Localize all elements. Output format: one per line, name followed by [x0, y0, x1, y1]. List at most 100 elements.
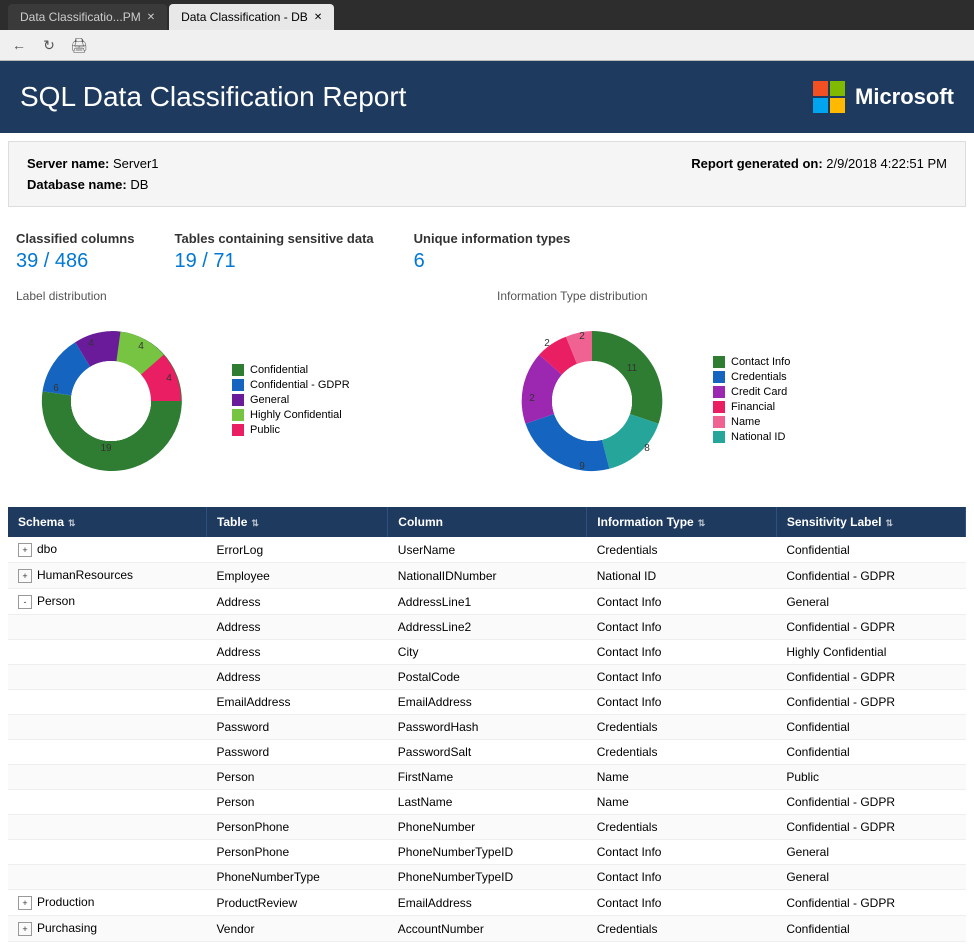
tables-label: Tables containing sensitive data — [174, 231, 373, 246]
column-cell: EmailAddress — [388, 690, 587, 715]
column-cell: PhoneNumberTypeID — [388, 840, 587, 865]
table-cell: Employee — [206, 563, 387, 589]
info-legend: Contact Info Credentials Credit Card Fin… — [713, 356, 790, 446]
table-row: PersonPhonePhoneNumberCredentialsConfide… — [8, 815, 966, 840]
confidential-dot — [232, 364, 244, 376]
table-row: +HumanResourcesEmployeeNationalIDNumberN… — [8, 563, 966, 589]
sensitivity-cell: General — [776, 589, 965, 615]
schema-text: dbo — [37, 542, 57, 556]
table-cell: EmailAddress — [206, 690, 387, 715]
svg-text:2: 2 — [544, 338, 550, 349]
legend-item-name: Name — [713, 416, 790, 428]
table-row: -PersonAddressAddressLine1Contact InfoGe… — [8, 589, 966, 615]
tab-1-title: Data Classificatio...PM — [20, 10, 141, 24]
label-chart-title: Label distribution — [16, 289, 477, 303]
svg-text:4: 4 — [166, 373, 172, 384]
table-row: PasswordPasswordSaltCredentialsConfident… — [8, 740, 966, 765]
column-cell: AddressLine1 — [388, 589, 587, 615]
schema-expand-icon[interactable]: + — [18, 896, 32, 910]
print-button[interactable]: 🖨 — [68, 34, 90, 56]
table-cell: PersonPhone — [206, 815, 387, 840]
confidential-gdpr-dot — [232, 379, 244, 391]
table-cell: Person — [206, 765, 387, 790]
sensitivity-sort-icon[interactable]: ⇅ — [886, 518, 894, 528]
table-cell: PersonPhone — [206, 840, 387, 865]
svg-text:6: 6 — [53, 383, 59, 394]
table-row: AddressCityContact InfoHighly Confidenti… — [8, 640, 966, 665]
sensitivity-cell: Confidential - GDPR — [776, 563, 965, 589]
info-type-cell: Contact Info — [587, 640, 777, 665]
tables-stat: Tables containing sensitive data 19 / 71 — [174, 231, 373, 273]
ms-text: Microsoft — [855, 84, 954, 110]
col-column: Column — [388, 507, 587, 537]
info-type-cell: Credentials — [587, 916, 777, 942]
svg-text:19: 19 — [100, 443, 112, 454]
info-type-cell: Credentials — [587, 815, 777, 840]
legend-item-general: General — [232, 394, 350, 406]
column-cell: EmailAddress — [388, 890, 587, 916]
tab-2-close[interactable]: ✕ — [314, 12, 322, 23]
sensitivity-cell: Confidential — [776, 715, 965, 740]
db-value: DB — [130, 177, 148, 192]
confidential-label: Confidential — [250, 364, 308, 376]
table-cell: Address — [206, 615, 387, 640]
info-type-cell: National ID — [587, 563, 777, 589]
ms-green-cell — [830, 81, 845, 96]
name-label: Name — [731, 416, 760, 428]
schema-cell — [8, 665, 206, 690]
table-row: +ProductionProductReviewEmailAddressCont… — [8, 890, 966, 916]
table-cell: Address — [206, 665, 387, 690]
info-type-cell: Credentials — [587, 715, 777, 740]
info-type-cell: Credentials — [587, 740, 777, 765]
legend-item-credentials: Credentials — [713, 371, 790, 383]
table-row: PhoneNumberTypePhoneNumberTypeIDContact … — [8, 865, 966, 890]
info-type-cell: Credentials — [587, 537, 777, 563]
sensitivity-cell: Public — [776, 765, 965, 790]
tab-1-close[interactable]: ✕ — [147, 12, 155, 23]
svg-text:11: 11 — [627, 363, 638, 374]
schema-sort-icon[interactable]: ⇅ — [68, 518, 76, 528]
info-type-cell: Contact Info — [587, 665, 777, 690]
info-type-sort-icon[interactable]: ⇅ — [698, 518, 706, 528]
schema-expand-icon[interactable]: + — [18, 569, 32, 583]
schema-text: Production — [37, 895, 94, 909]
schema-expand-icon[interactable]: - — [18, 595, 32, 609]
classified-value: 39 / 486 — [16, 250, 134, 273]
column-cell: UserName — [388, 537, 587, 563]
tab-1[interactable]: Data Classificatio...PM ✕ — [8, 4, 167, 30]
column-cell: AccountNumber — [388, 916, 587, 942]
tab-2[interactable]: Data Classification - DB ✕ — [169, 4, 334, 30]
info-bar: Server name: Server1 Report generated on… — [8, 141, 966, 207]
browser-chrome: Data Classificatio...PM ✕ Data Classific… — [0, 0, 974, 61]
schema-expand-icon[interactable]: + — [18, 543, 32, 557]
sensitivity-cell: Confidential - GDPR — [776, 615, 965, 640]
col-table: Table⇅ — [206, 507, 387, 537]
schema-cell — [8, 815, 206, 840]
credit-card-dot — [713, 386, 725, 398]
contact-info-label: Contact Info — [731, 356, 790, 368]
column-cell: PhoneNumberTypeID — [388, 865, 587, 890]
label-chart-container: Label distribution — [16, 289, 477, 491]
sensitivity-cell: Highly Confidential — [776, 640, 965, 665]
table-row: PersonFirstNameNamePublic — [8, 765, 966, 790]
legend-item-financial: Financial — [713, 401, 790, 413]
stats-section: Classified columns 39 / 486 Tables conta… — [0, 215, 974, 281]
confidential-gdpr-label: Confidential - GDPR — [250, 379, 350, 391]
sensitivity-cell: Confidential - GDPR — [776, 815, 965, 840]
schema-expand-icon[interactable]: + — [18, 922, 32, 936]
table-sort-icon[interactable]: ⇅ — [251, 518, 259, 528]
ms-grid-icon — [813, 81, 845, 113]
col-info-type: Information Type⇅ — [587, 507, 777, 537]
ms-red-cell — [813, 81, 828, 96]
contact-info-dot — [713, 356, 725, 368]
label-donut-wrapper: 19 6 4 4 4 Confidential Confidential - G — [16, 311, 477, 491]
main-content: SQL Data Classification Report Microsoft… — [0, 61, 974, 950]
national-id-dot — [713, 431, 725, 443]
refresh-button[interactable]: ↻ — [38, 34, 60, 56]
name-dot — [713, 416, 725, 428]
info-type-cell: Contact Info — [587, 690, 777, 715]
info-type-cell: Name — [587, 790, 777, 815]
schema-cell: +Purchasing — [8, 916, 206, 942]
back-button[interactable]: ← — [8, 34, 30, 56]
sensitivity-cell: Confidential - GDPR — [776, 790, 965, 815]
